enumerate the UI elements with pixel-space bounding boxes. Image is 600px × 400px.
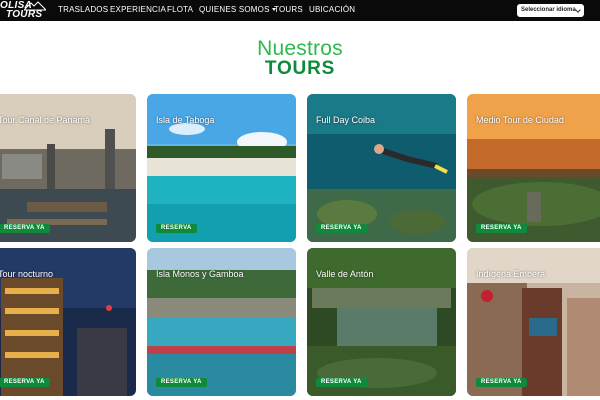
nav-item-ubicacion[interactable]: UBICACIÓN: [309, 5, 355, 15]
reserva-button[interactable]: RESERVA YA: [316, 224, 367, 233]
tour-card-canal-panama[interactable]: Tour Canal de Panamá RESERVA YA: [0, 94, 136, 242]
language-select[interactable]: Seleccionar idioma: [517, 4, 584, 17]
nav-item-flota[interactable]: FLOTA: [167, 5, 193, 15]
section-title-line1: Nuestros: [257, 37, 343, 60]
tour-card-tour-nocturno[interactable]: Tour nocturno RESERVA YA: [0, 248, 136, 396]
tour-title: Valle de Antón: [316, 269, 374, 279]
reserva-button[interactable]: RESERVA YA: [156, 378, 207, 387]
top-navbar: OLISA TOURS TRASLADOS EXPERIENCIA FLOTA …: [0, 0, 600, 21]
logo-line2: TOURS: [6, 9, 43, 20]
nav-item-traslados[interactable]: TRASLADOS: [58, 5, 108, 15]
nav-item-experiencia[interactable]: EXPERIENCIA: [110, 5, 166, 15]
tour-title: Tour Canal de Panamá: [0, 115, 91, 125]
tour-card-valle-anton[interactable]: Valle de Antón RESERVA YA: [307, 248, 456, 396]
reserva-button[interactable]: RESERVA YA: [0, 224, 50, 233]
nav-item-tours[interactable]: TOURS: [274, 5, 303, 15]
logo-mountain-icon: [24, 1, 46, 11]
tour-card-isla-taboga[interactable]: Isla de Taboga RESERVA: [147, 94, 296, 242]
reserva-button[interactable]: RESERVA: [156, 224, 197, 233]
nav-item-quienes-somos-label: QUIENES SOMOS: [199, 5, 270, 14]
tour-title: Isla de Taboga: [156, 115, 215, 125]
tour-title: Indígena Emberá: [476, 269, 546, 279]
reserva-button[interactable]: RESERVA YA: [476, 378, 527, 387]
tour-card-full-day-coiba[interactable]: Full Day Coiba RESERVA YA: [307, 94, 456, 242]
reserva-button[interactable]: RESERVA YA: [316, 378, 367, 387]
chevron-down-icon: [575, 7, 581, 13]
tour-title: Medio Tour de Ciudad: [476, 115, 564, 125]
section-title-line2: TOURS: [264, 58, 336, 79]
tour-card-medio-tour-ciudad[interactable]: Medio Tour de Ciudad RESERVA YA: [467, 94, 600, 242]
reserva-button[interactable]: RESERVA YA: [0, 378, 50, 387]
tour-card-isla-monos-gamboa[interactable]: Isla Monos y Gamboa RESERVA YA: [147, 248, 296, 396]
language-select-value: Seleccionar idioma: [521, 7, 576, 13]
nav-item-quienes-somos[interactable]: QUIENES SOMOS: [199, 5, 276, 15]
tour-title: Tour nocturno: [0, 269, 54, 279]
reserva-button[interactable]: RESERVA YA: [476, 224, 527, 233]
tour-title: Full Day Coiba: [316, 115, 376, 125]
tour-title: Isla Monos y Gamboa: [156, 269, 244, 279]
tour-card-indigena-embera[interactable]: Indígena Emberá RESERVA YA: [467, 248, 600, 396]
